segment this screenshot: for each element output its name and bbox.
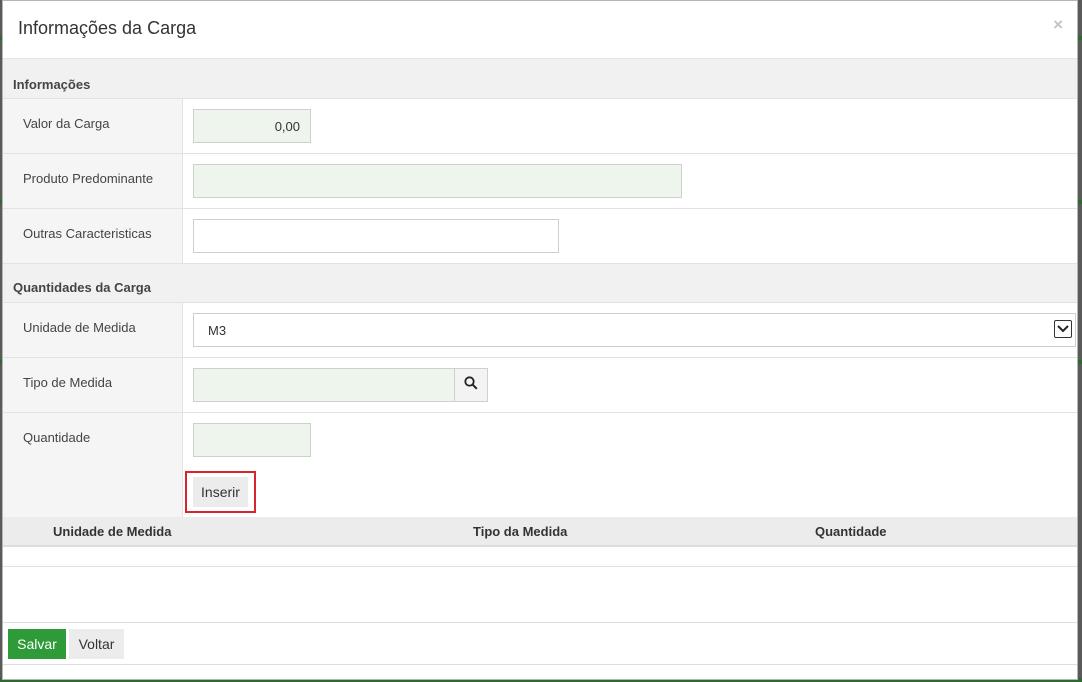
field-label: Valor da Carga <box>3 99 183 153</box>
field-container <box>183 154 1077 208</box>
section-title: Informações <box>13 77 91 92</box>
field-container: Inserir <box>183 413 1077 517</box>
tipo-medida-input[interactable] <box>193 368 455 402</box>
unidade-medida-select[interactable]: M3 <box>193 313 1076 347</box>
row-unidade-medida: Unidade de Medida M3 <box>3 303 1077 358</box>
search-icon <box>464 375 478 395</box>
inserir-button[interactable]: Inserir <box>193 477 248 507</box>
modal-header: Informações da Carga × <box>3 1 1077 59</box>
cargo-info-modal: Informações da Carga × Informações Valor… <box>2 0 1078 680</box>
field-label: Produto Predominante <box>3 154 183 208</box>
table-header: Unidade de Medida Tipo da Medida Quantid… <box>3 517 1077 547</box>
row-valor-carga: Valor da Carga <box>3 99 1077 154</box>
section-header-quantidades: Quantidades da Carga <box>3 264 1077 303</box>
produto-predominante-input[interactable] <box>193 164 682 198</box>
field-container <box>183 209 1077 263</box>
save-button[interactable]: Salvar <box>8 629 66 659</box>
field-label: Tipo de Medida <box>3 358 183 412</box>
column-header: Quantidade <box>815 524 887 539</box>
inserir-highlight: Inserir <box>185 471 256 513</box>
modal-title: Informações da Carga <box>18 18 197 38</box>
field-label: Unidade de Medida <box>3 303 183 357</box>
close-icon[interactable]: × <box>1053 15 1063 35</box>
select-value: M3 <box>208 323 227 338</box>
row-tipo-medida: Tipo de Medida <box>3 358 1077 413</box>
row-produto-predominante: Produto Predominante <box>3 154 1077 209</box>
outras-caracteristicas-input[interactable] <box>193 219 559 253</box>
field-container: M3 <box>183 303 1077 357</box>
search-button[interactable] <box>454 368 488 402</box>
field-label: Outras Caracteristicas <box>3 209 183 263</box>
valor-carga-input[interactable] <box>193 109 311 143</box>
quantidade-input[interactable] <box>193 423 311 457</box>
column-header: Tipo da Medida <box>473 524 568 539</box>
section-title: Quantidades da Carga <box>13 280 151 295</box>
modal-footer: Salvar Voltar <box>3 622 1077 665</box>
row-quantidade: Quantidade Inserir <box>3 413 1077 517</box>
field-label: Quantidade <box>3 413 183 517</box>
table-empty-row <box>3 547 1077 567</box>
field-container <box>183 358 1077 412</box>
chevron-down-icon[interactable] <box>1054 320 1072 338</box>
field-container <box>183 99 1077 153</box>
section-header-informacoes: Informações <box>3 59 1077 99</box>
row-outras-caracteristicas: Outras Caracteristicas <box>3 209 1077 264</box>
column-header: Unidade de Medida <box>53 524 172 539</box>
back-button[interactable]: Voltar <box>69 629 124 659</box>
